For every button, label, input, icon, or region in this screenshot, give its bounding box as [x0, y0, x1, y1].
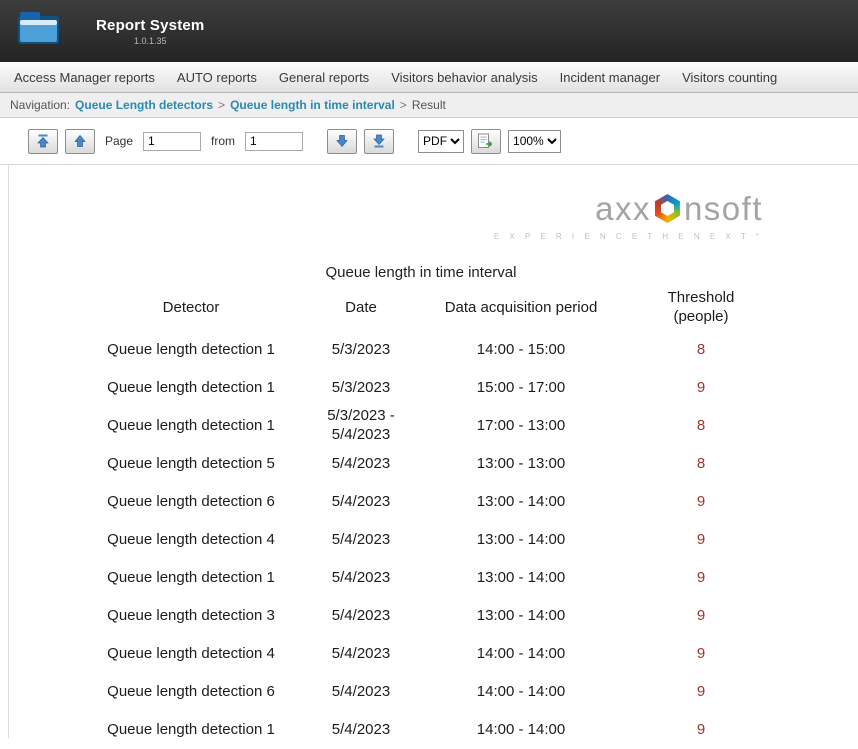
- cell-threshold: 9: [631, 645, 771, 664]
- cell-threshold: 9: [631, 683, 771, 702]
- cell-period: 13:00 - 14:00: [411, 493, 631, 512]
- axxonsoft-logo-text-left: axx: [595, 190, 651, 227]
- cell-date: 5/3/2023 - 5/4/2023: [311, 407, 411, 445]
- table-header-row: Detector Date Data acquisition period Th…: [71, 285, 858, 331]
- cell-detector: Queue length detection 1: [71, 379, 311, 398]
- table-row: Queue length detection 1 5/4/2023 14:00 …: [71, 711, 858, 749]
- breadcrumb-link-detectors[interactable]: Queue Length detectors: [75, 98, 213, 112]
- cell-period: 17:00 - 13:00: [411, 417, 631, 436]
- cell-date: 5/4/2023: [311, 455, 411, 474]
- breadcrumb-separator: >: [218, 98, 225, 112]
- cell-threshold: 8: [631, 341, 771, 360]
- report-tabs: Access Manager reports AUTO reports Gene…: [0, 62, 858, 93]
- table-row: Queue length detection 4 5/4/2023 13:00 …: [71, 521, 858, 559]
- table-row: Queue length detection 4 5/4/2023 14:00 …: [71, 635, 858, 673]
- tab[interactable]: Visitors behavior analysis: [380, 70, 548, 85]
- cell-detector: Queue length detection 4: [71, 645, 311, 664]
- axxonsoft-hexagon-icon: [653, 194, 682, 223]
- cell-threshold: 9: [631, 379, 771, 398]
- zoom-select[interactable]: 100%: [508, 130, 561, 153]
- app-version: 1.0.1.35: [96, 36, 204, 46]
- previous-page-button[interactable]: [65, 129, 95, 154]
- cell-date: 5/4/2023: [311, 683, 411, 702]
- table-row: Queue length detection 1 5/3/2023 - 5/4/…: [71, 407, 858, 445]
- table-row: Queue length detection 3 5/4/2023 13:00 …: [71, 597, 858, 635]
- cell-period: 14:00 - 15:00: [411, 341, 631, 360]
- app-folder-icon: [16, 10, 62, 53]
- cell-threshold: 9: [631, 569, 771, 588]
- report-page: axx nsoft E X P E R I E N C E T H E N E X…: [8, 165, 858, 738]
- breadcrumb-link-interval[interactable]: Queue length in time interval: [230, 98, 395, 112]
- table-row: Queue length detection 1 5/4/2023 13:00 …: [71, 559, 858, 597]
- cell-threshold: 9: [631, 531, 771, 550]
- export-button[interactable]: [471, 129, 501, 154]
- page-input[interactable]: [143, 132, 201, 151]
- breadcrumb-separator: >: [400, 98, 407, 112]
- tab[interactable]: Access Manager reports: [3, 70, 166, 85]
- last-page-button[interactable]: [364, 129, 394, 154]
- cell-period: 13:00 - 13:00: [411, 455, 631, 474]
- first-page-button[interactable]: [28, 129, 58, 154]
- axxonsoft-logo-text-right: nsoft: [684, 190, 763, 227]
- last-page-icon: [372, 134, 386, 148]
- tab[interactable]: Visitors counting: [671, 70, 788, 85]
- next-page-icon: [335, 134, 349, 148]
- cell-detector: Queue length detection 3: [71, 607, 311, 626]
- cell-date: 5/4/2023: [311, 569, 411, 588]
- previous-page-icon: [73, 134, 87, 148]
- cell-date: 5/4/2023: [311, 645, 411, 664]
- first-page-icon: [36, 134, 50, 148]
- column-header-threshold: Threshold (people): [631, 289, 771, 327]
- cell-detector: Queue length detection 4: [71, 531, 311, 550]
- tab[interactable]: Incident manager: [549, 70, 671, 85]
- column-header-period: Data acquisition period: [411, 299, 631, 318]
- app-header: Report System 1.0.1.35: [0, 0, 858, 62]
- total-pages-input[interactable]: [245, 132, 303, 151]
- tab[interactable]: General reports: [268, 70, 380, 85]
- table-row: Queue length detection 5 5/4/2023 13:00 …: [71, 445, 858, 483]
- app-title: Report System: [96, 17, 204, 34]
- cell-detector: Queue length detection 1: [71, 417, 311, 436]
- cell-period: 14:00 - 14:00: [411, 645, 631, 664]
- report-table: Detector Date Data acquisition period Th…: [71, 285, 858, 749]
- table-row: Queue length detection 6 5/4/2023 14:00 …: [71, 673, 858, 711]
- cell-date: 5/3/2023: [311, 341, 411, 360]
- cell-threshold: 9: [631, 607, 771, 626]
- table-row: Queue length detection 1 5/3/2023 15:00 …: [71, 369, 858, 407]
- next-page-button[interactable]: [327, 129, 357, 154]
- breadcrumb-label: Navigation:: [10, 98, 70, 112]
- report-title: Queue length in time interval: [71, 264, 771, 281]
- tab[interactable]: AUTO reports: [166, 70, 268, 85]
- cell-threshold: 9: [631, 493, 771, 512]
- export-icon: [477, 133, 495, 149]
- cell-detector: Queue length detection 6: [71, 683, 311, 702]
- table-row: Queue length detection 6 5/4/2023 13:00 …: [71, 483, 858, 521]
- axxonsoft-logo: axx nsoft: [9, 192, 858, 225]
- column-header-detector: Detector: [71, 299, 311, 318]
- cell-detector: Queue length detection 5: [71, 455, 311, 474]
- from-label: from: [211, 134, 235, 148]
- cell-period: 14:00 - 14:00: [411, 683, 631, 702]
- column-header-date: Date: [311, 299, 411, 318]
- cell-period: 13:00 - 14:00: [411, 531, 631, 550]
- page-label: Page: [105, 134, 133, 148]
- cell-date: 5/4/2023: [311, 607, 411, 626]
- cell-period: 15:00 - 17:00: [411, 379, 631, 398]
- cell-detector: Queue length detection 6: [71, 493, 311, 512]
- breadcrumb: Navigation: Queue Length detectors > Que…: [0, 93, 858, 118]
- cell-detector: Queue length detection 1: [71, 341, 311, 360]
- viewer-toolbar: Page from PDF 100%: [0, 118, 858, 165]
- cell-date: 5/3/2023: [311, 379, 411, 398]
- cell-threshold: 8: [631, 417, 771, 436]
- axxonsoft-tagline: E X P E R I E N C E T H E N E X T °: [9, 232, 858, 241]
- breadcrumb-current: Result: [412, 98, 446, 112]
- table-row: Queue length detection 1 5/3/2023 14:00 …: [71, 331, 858, 369]
- cell-date: 5/4/2023: [311, 531, 411, 550]
- cell-date: 5/4/2023: [311, 493, 411, 512]
- export-format-select[interactable]: PDF: [418, 130, 464, 153]
- cell-period: 13:00 - 14:00: [411, 569, 631, 588]
- cell-detector: Queue length detection 1: [71, 569, 311, 588]
- cell-threshold: 8: [631, 455, 771, 474]
- cell-period: 13:00 - 14:00: [411, 607, 631, 626]
